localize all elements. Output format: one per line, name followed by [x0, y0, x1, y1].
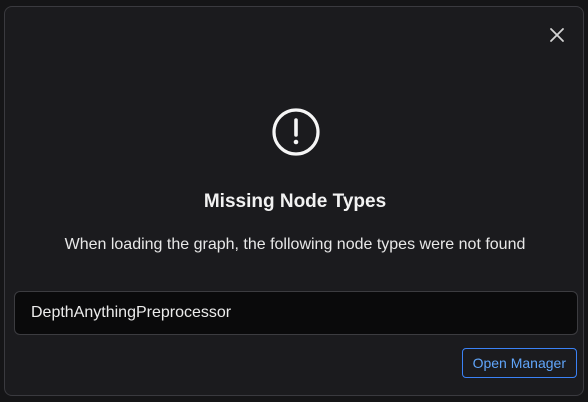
close-icon — [550, 28, 564, 42]
missing-nodes-list: DepthAnythingPreprocessor — [14, 291, 578, 335]
warning-circle-icon — [272, 108, 320, 156]
close-button[interactable] — [545, 23, 569, 47]
dialog-title: Missing Node Types — [203, 191, 387, 212]
open-manager-button[interactable]: Open Manager — [461, 348, 577, 378]
missing-node-types-dialog: Missing Node Types When loading the grap… — [4, 6, 584, 396]
list-item: DepthAnythingPreprocessor — [31, 304, 232, 321]
dialog-message: When loading the graph, the following no… — [64, 236, 526, 253]
